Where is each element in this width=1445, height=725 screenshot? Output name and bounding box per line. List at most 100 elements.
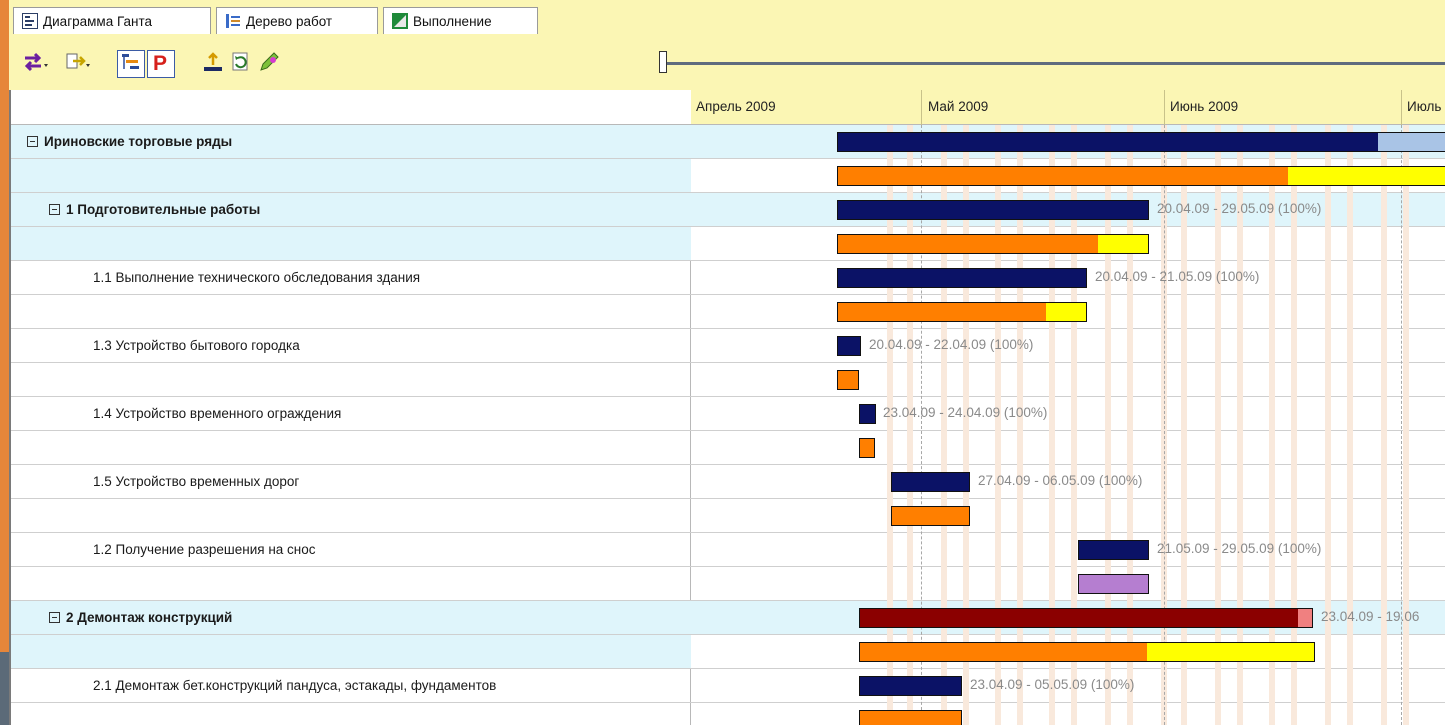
gantt-actual-bar[interactable] — [859, 710, 962, 725]
left-accent-strip — [0, 0, 9, 725]
refresh-button[interactable] — [227, 50, 255, 78]
summary-task-row[interactable]: 1 Подготовительные работы — [11, 193, 691, 261]
timeline-row-plan — [691, 397, 1445, 431]
task-row-actual — [11, 295, 691, 329]
tab-execution[interactable]: Выполнение — [383, 7, 538, 34]
task-row-actual — [11, 567, 691, 601]
baseline-icon — [201, 50, 225, 79]
task-date-range-label: 20.04.09 - 21.05.09 (100%) — [1095, 269, 1260, 284]
task-name: 1 Подготовительные работы — [49, 202, 260, 217]
pencil-icon — [257, 50, 281, 79]
task-row-actual — [11, 363, 691, 397]
bar-segment — [838, 133, 1378, 151]
task-row[interactable]: 1.5 Устройство временных дорог — [11, 465, 691, 533]
task-date-range-label: 23.04.09 - 19.06 — [1321, 609, 1420, 624]
tab-work-tree[interactable]: Дерево работ — [216, 7, 378, 34]
weekend-stripe — [1381, 125, 1387, 725]
weekend-stripe — [1347, 125, 1353, 725]
month-separator — [1401, 90, 1402, 125]
gantt-plan-bar[interactable] — [1078, 540, 1149, 560]
svg-text:P: P — [153, 52, 167, 73]
gantt-plan-bar[interactable] — [859, 608, 1313, 628]
edit-button[interactable] — [255, 50, 283, 78]
bar-segment — [838, 201, 1148, 219]
timeline-row-actual — [691, 431, 1445, 465]
gantt-actual-bar[interactable] — [837, 370, 859, 390]
task-date-range-label: 20.04.09 - 29.05.09 (100%) — [1157, 201, 1322, 216]
bar-segment — [860, 609, 1298, 627]
indent-button[interactable] — [65, 50, 93, 78]
tab-label: Дерево работ — [246, 13, 333, 29]
task-name: 1.5 Устройство временных дорог — [93, 474, 299, 489]
task-name-text: 1.5 Устройство временных дорог — [93, 474, 300, 489]
bar-segment — [892, 507, 969, 525]
task-name-text: 1.3 Устройство бытового городка — [93, 338, 300, 353]
gantt-actual-bar[interactable] — [837, 166, 1445, 186]
task-row-actual — [11, 635, 691, 669]
gantt-panel: Ириновские торговые ряды 1 Подготовительн… — [9, 90, 1445, 725]
gantt-actual-bar[interactable] — [1078, 574, 1149, 594]
collapse-toggle-icon[interactable] — [49, 612, 60, 623]
tab-gantt-chart[interactable]: Диаграмма Ганта — [13, 7, 211, 34]
task-date-range-label: 27.04.09 - 06.05.09 (100%) — [978, 473, 1143, 488]
bar-segment — [838, 269, 1086, 287]
gantt-plan-bar[interactable] — [859, 676, 962, 696]
gantt-actual-bar[interactable] — [891, 506, 970, 526]
task-date-range-label: 21.05.09 - 29.05.09 (100%) — [1157, 541, 1322, 556]
month-label-april: Апрель 2009 — [696, 99, 776, 114]
collapse-toggle-icon[interactable] — [49, 204, 60, 215]
task-row-actual — [11, 159, 691, 193]
task-name-text: 1.2 Получение разрешения на снос — [93, 542, 316, 557]
gantt-actual-bar[interactable] — [859, 438, 875, 458]
task-row[interactable]: 1.1 Выполнение технического обследования… — [11, 261, 691, 329]
bar-segment — [860, 711, 961, 725]
gantt-plan-bar[interactable] — [859, 404, 876, 424]
task-date-range-label: 20.04.09 - 22.04.09 (100%) — [869, 337, 1034, 352]
task-name: Ириновские торговые ряды — [27, 134, 232, 149]
bar-segment — [1147, 643, 1314, 661]
task-name: 1.4 Устройство временного ограждения — [93, 406, 341, 421]
bar-segment — [860, 643, 1147, 661]
bar-segment — [1046, 303, 1086, 321]
bar-segment — [860, 405, 875, 423]
indent-icon — [65, 50, 93, 79]
baseline-button[interactable] — [199, 50, 227, 78]
gantt-plan-bar[interactable] — [837, 132, 1445, 152]
task-row[interactable]: 1.4 Устройство временного ограждения — [11, 397, 691, 465]
gantt-actual-bar[interactable] — [837, 234, 1149, 254]
task-date-range-label: 23.04.09 - 05.05.09 (100%) — [970, 677, 1135, 692]
timeline-row-actual — [691, 567, 1445, 601]
bar-segment — [838, 167, 1288, 185]
summary-task-row[interactable]: 2 Демонтаж конструкций — [11, 601, 691, 669]
task-row[interactable]: 1.2 Получение разрешения на снос — [11, 533, 691, 601]
bar-segment — [892, 473, 969, 491]
swap-arrows-button[interactable] — [23, 50, 51, 78]
task-name: 1.1 Выполнение технического обследования… — [93, 270, 420, 285]
task-name-text: Ириновские торговые ряды — [44, 134, 233, 149]
gantt-plan-bar[interactable] — [837, 200, 1149, 220]
timeline-zoom-thumb[interactable] — [659, 51, 667, 73]
task-row[interactable]: 2.1 Демонтаж бет.конструкций пандуса, эс… — [11, 669, 691, 725]
month-label-may: Май 2009 — [928, 99, 989, 114]
month-label-july: Июль — [1407, 99, 1442, 114]
resource-button[interactable]: P — [147, 50, 175, 78]
month-separator — [1164, 90, 1165, 125]
task-name-text: 2 Демонтаж конструкций — [66, 610, 233, 625]
timeline-zoom-slider[interactable] — [659, 62, 1445, 65]
task-row[interactable]: 1.3 Устройство бытового городка — [11, 329, 691, 397]
outline-icon — [120, 51, 142, 78]
summary-task-row[interactable]: Ириновские торговые ряды — [11, 125, 691, 193]
bar-segment — [1079, 541, 1148, 559]
collapse-toggle-icon[interactable] — [27, 136, 38, 147]
gantt-actual-bar[interactable] — [837, 302, 1087, 322]
timeline-row-plan — [691, 329, 1445, 363]
gantt-plan-bar[interactable] — [891, 472, 970, 492]
task-name: 2.1 Демонтаж бет.конструкций пандуса, эс… — [93, 678, 496, 693]
gantt-actual-bar[interactable] — [859, 642, 1315, 662]
bar-segment — [838, 235, 1098, 253]
gantt-plan-bar[interactable] — [837, 336, 861, 356]
task-name: 1.3 Устройство бытового городка — [93, 338, 300, 353]
task-name-text: 1 Подготовительные работы — [66, 202, 261, 217]
outline-button[interactable] — [117, 50, 145, 78]
gantt-plan-bar[interactable] — [837, 268, 1087, 288]
